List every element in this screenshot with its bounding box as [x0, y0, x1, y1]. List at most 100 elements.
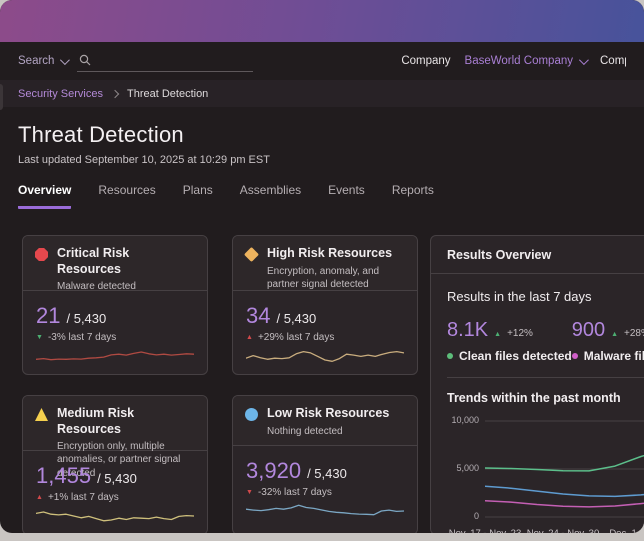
last-updated-text: Last updated September 10, 2025 at 10:29… [18, 154, 270, 166]
company-selector[interactable]: BaseWorld Company [465, 54, 589, 67]
trend-up-icon: ▲ [611, 331, 619, 338]
tab-overview[interactable]: Overview [18, 183, 72, 209]
critical-risk-card-body: 21 / 5,430 ▼ -3% last 7 days [23, 291, 207, 374]
company-label: Company [401, 55, 451, 67]
x-axis-label: Nov. 24 - Nov. 30 [527, 528, 600, 533]
card-title: Low Risk Resources [267, 406, 390, 420]
x-axis-label: Dec. 1 - Dec. 7 [609, 528, 644, 533]
clean-files-stat: 8.1K ▲ +12% Clean files detected [447, 319, 572, 363]
topbar-search-group: Search [18, 51, 254, 72]
search-box[interactable] [77, 51, 254, 72]
medium-sparkline [35, 503, 195, 529]
breadcrumb-threat-detection: Threat Detection [126, 87, 209, 100]
risk-total: / 5,430 [97, 471, 137, 486]
card-subtitle: Nothing detected [267, 425, 343, 437]
results-overview-panel: Results Overview Results in the last 7 d… [430, 235, 644, 533]
tab-events[interactable]: Events [328, 183, 365, 209]
stat-value: 8.1K [447, 319, 489, 341]
medium-risk-card: Medium Risk Resources Encryption only, m… [22, 395, 208, 533]
search-input[interactable] [98, 52, 233, 67]
threat-detection-app: Search Company BaseWorld Company Company… [0, 0, 644, 533]
y-axis-tick: 5,000 [456, 463, 479, 473]
trend-up-icon: ▲ [246, 334, 253, 341]
low-risk-card-header: Low Risk Resources Nothing detected [233, 396, 417, 446]
medium-risk-card-header: Medium Risk Resources Encryption only, m… [23, 396, 207, 479]
critical-octagon-icon [35, 248, 48, 261]
card-title: High Risk Resources [267, 246, 393, 260]
low-circle-icon [245, 408, 258, 421]
stat-change: +28% [624, 328, 644, 339]
medium-risk-card-body: 1,455 / 5,430 ▲ +1% last 7 days [23, 451, 207, 533]
trends-chart: 10,000 5,000 0 [447, 415, 644, 521]
change-text: -32% last 7 days [257, 487, 332, 498]
panel-body: Results in the last 7 days 8.1K ▲ +12% C… [431, 274, 644, 533]
stat-label: Clean files detected [459, 349, 572, 363]
page-title: Threat Detection [18, 122, 184, 147]
change-text: +29% last 7 days [257, 332, 335, 343]
clean-files-dot-icon [447, 353, 453, 359]
search-icon [80, 54, 91, 65]
risk-count: 21 [36, 303, 61, 328]
y-axis-tick: 10,000 [451, 415, 479, 425]
high-sparkline [245, 343, 405, 369]
breadcrumb-security-services[interactable]: Security Services [18, 88, 103, 100]
chevron-down-icon [578, 54, 589, 65]
search-scope-dropdown[interactable]: Search [18, 54, 71, 67]
tab-resources[interactable]: Resources [98, 183, 155, 209]
tab-assemblies[interactable]: Assemblies [240, 183, 301, 209]
stats-row: 8.1K ▲ +12% Clean files detected 900 ▲ +… [447, 319, 644, 363]
risk-total: / 5,430 [66, 311, 107, 326]
results-subtitle: Results in the last 7 days [447, 289, 592, 304]
risk-total: / 5,430 [276, 311, 317, 326]
trend-up-icon: ▲ [36, 494, 43, 501]
trend-up-icon: ▲ [494, 331, 502, 338]
chevron-right-icon [110, 89, 120, 98]
trend-down-icon: ▼ [246, 489, 253, 496]
low-sparkline [245, 498, 405, 524]
trends-chart-title: Trends within the past month [447, 391, 621, 405]
malware-files-stat: 900 ▲ +28% Malware files quarantined [571, 319, 644, 363]
critical-risk-card-header: Critical Risk Resources Malware detected [23, 236, 207, 292]
panel-title: Results Overview [431, 236, 644, 274]
page-header: Threat Detection Last updated September … [0, 107, 644, 166]
risk-count: 3,920 [246, 458, 302, 483]
critical-sparkline [35, 343, 195, 369]
left-edge-accent [0, 84, 3, 110]
low-risk-card: Low Risk Resources Nothing detected 3,92… [232, 395, 418, 533]
change-text: -3% last 7 days [47, 332, 117, 343]
trends-chart-plot [485, 420, 644, 518]
high-risk-card-body: 34 / 5,430 ▲ +29% last 7 days [233, 291, 417, 374]
header-gradient-banner [0, 0, 644, 42]
divider [447, 377, 644, 378]
medium-triangle-icon [35, 408, 48, 421]
stat-label: Malware files quarantined [583, 349, 644, 363]
stat-value: 900 [571, 319, 606, 341]
breadcrumb: Security Services Threat Detection [0, 80, 644, 107]
tab-reports[interactable]: Reports [392, 183, 434, 209]
tab-bar: Overview Resources Plans Assemblies Even… [0, 183, 644, 209]
high-diamond-icon [243, 246, 260, 263]
topbar: Search Company BaseWorld Company Company [0, 42, 644, 80]
high-risk-card: High Risk Resources Encryption, anomaly,… [232, 235, 418, 375]
trend-down-icon: ▼ [36, 334, 43, 341]
risk-count: 1,455 [36, 463, 92, 488]
topbar-company-group: Company BaseWorld Company Company [401, 54, 626, 67]
card-subtitle: Encryption, anomaly, and partner signal … [267, 265, 380, 290]
risk-count: 34 [246, 303, 271, 328]
tab-plans[interactable]: Plans [183, 183, 213, 209]
critical-risk-card: Critical Risk Resources Malware detected… [22, 235, 208, 375]
y-axis-tick: 0 [473, 511, 479, 521]
malware-files-dot-icon [571, 353, 578, 359]
x-axis-label: Nov. 17 - Nov. 23 [449, 528, 522, 533]
search-scope-label: Search [18, 55, 55, 67]
risk-total: / 5,430 [307, 466, 347, 481]
main-content: Critical Risk Resources Malware detected… [0, 209, 644, 533]
topbar-truncated-item[interactable]: Company [600, 55, 626, 67]
chevron-down-icon [60, 54, 71, 65]
risk-cards-grid: Critical Risk Resources Malware detected… [22, 235, 418, 533]
card-title: Critical Risk Resources [57, 246, 130, 276]
card-title: Medium Risk Resources [57, 406, 135, 436]
high-risk-card-header: High Risk Resources Encryption, anomaly,… [233, 236, 417, 291]
change-text: +1% last 7 days [47, 492, 119, 503]
x-axis-labels: Nov. 17 - Nov. 23 Nov. 24 - Nov. 30 Dec. 1… [447, 528, 644, 533]
